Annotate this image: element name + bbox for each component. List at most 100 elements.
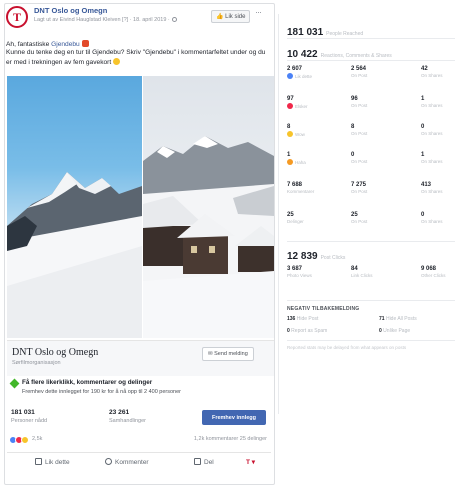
stat-cell: 2 564 On Post	[351, 66, 403, 78]
people-reached-number: 181 031	[287, 27, 324, 38]
share-action-label: Del	[204, 459, 214, 466]
wow-reaction-icon	[287, 131, 293, 137]
engagements-value: 23 261	[109, 409, 130, 416]
gjendebu-link[interactable]: Gjendebu	[51, 41, 80, 48]
advertiser-category: Sørfilmorganisasjon	[12, 360, 61, 366]
stat-cell-value: 8	[351, 124, 355, 130]
stat-cell-label: On Post	[351, 189, 368, 194]
negative-feedback-value: 71	[379, 316, 386, 322]
stat-cell-label: On Post	[351, 159, 368, 164]
divider	[287, 38, 455, 39]
stat-cell-value: 0	[421, 212, 425, 218]
more-options-icon[interactable]: ···	[255, 7, 262, 17]
reactions-summary: 2,5k 1,2k kommentarer 25 delinger	[9, 436, 269, 446]
stat-cell: 0 On Shares	[421, 212, 457, 224]
stat-cell: 1 On Shares	[421, 152, 457, 164]
stat-cell-label: On Shares	[421, 159, 443, 164]
stat-cell-value: 25	[287, 212, 294, 218]
stat-cell-label: On Shares	[421, 103, 443, 108]
post-photo-cabins[interactable]	[143, 76, 274, 338]
click-stat-cell: 84 Link Clicks	[351, 266, 403, 278]
stat-cell-value: 8	[287, 124, 291, 130]
stat-cell-value: 96	[351, 96, 358, 102]
negative-feedback-label: Report as Spam	[291, 328, 328, 334]
post-header: T DNT Oslo og Omegn Lagt ut av Eivind Ha…	[6, 6, 266, 30]
post-text: Ah, fantastiske Gjendebu Kunne du tenke …	[6, 40, 268, 67]
click-stat-value: 3 687	[287, 266, 303, 272]
stat-cell-label: On Shares	[421, 189, 443, 194]
stat-cell-label: On Shares	[421, 131, 443, 136]
share-action-button[interactable]: Del	[194, 458, 214, 466]
send-message-button[interactable]: ✉ Send melding	[202, 347, 254, 361]
like-action-button[interactable]: Lik dette	[35, 458, 70, 466]
stat-cell-value: 7 688	[287, 182, 303, 188]
heart-eyes-emoji-icon	[81, 40, 89, 47]
post-photo-mountain[interactable]	[7, 76, 142, 338]
stat-cell-value: 0	[421, 124, 425, 130]
stat-cell: 2 607 Lik dette	[287, 66, 339, 79]
post-action-bar: Lik dette Kommenter Del T ▾	[7, 452, 271, 474]
reactions-count[interactable]: 2,5k	[32, 436, 42, 442]
thumbs-up-icon	[35, 458, 42, 465]
stat-cell-label: Haha	[287, 159, 339, 165]
stat-cell: 413 On Shares	[421, 182, 457, 194]
stat-cell-value: 42	[421, 66, 428, 72]
stat-cell: 0 On Shares	[421, 124, 457, 136]
send-message-label: Send melding	[214, 351, 248, 357]
stat-cell-value: 25	[351, 212, 358, 218]
comment-action-label: Kommenter	[115, 459, 149, 466]
boost-description: Fremhev dette innlegget for 190 kr for å…	[22, 389, 181, 395]
haha-reaction-icon	[287, 159, 293, 165]
negative-feedback-value: 136	[287, 316, 297, 322]
stat-cell: 7 688 Kommentarer	[287, 182, 339, 194]
comments-shares-count[interactable]: 1,2k kommentarer 25 delinger	[194, 436, 267, 442]
like-page-button[interactable]: 👍 Lik side	[211, 10, 251, 23]
stat-cell: 97 Elsker	[287, 96, 339, 109]
negative-feedback-label: Unlike Page	[383, 328, 411, 334]
boost-title: Få flere likerklikk, kommentarer og deli…	[22, 379, 153, 386]
engagements-label: Samhandlinger	[109, 418, 146, 424]
divider	[287, 60, 455, 61]
click-stat-value: 9 068	[421, 266, 437, 272]
post-text-body: Kunne du tenke deg en tur til Gjendebu? …	[6, 49, 266, 66]
divider	[287, 340, 455, 341]
comment-action-button[interactable]: Kommenter	[105, 458, 149, 466]
reactions-total-number: 10 422	[287, 49, 318, 60]
stat-cell: 25 Delinger	[287, 212, 339, 224]
stat-cell-value: 0	[351, 152, 355, 158]
wow-reaction-icon	[21, 436, 29, 444]
click-stat-cell: 9 068 Other Clicks	[421, 266, 457, 278]
page-name-link[interactable]: DNT Oslo og Omegn	[34, 6, 107, 15]
negative-feedback-label: Hide All Posts	[385, 316, 417, 322]
love-reaction-icon	[287, 103, 293, 109]
post-clicks-caption: Post Clicks	[320, 255, 346, 261]
click-stat-cell: 3 687 Photo Views	[287, 266, 339, 278]
stat-cell-label: Delinger	[287, 219, 304, 224]
mountain-illustration	[7, 172, 142, 338]
negative-feedback-title: NEGATIV TILBAKEMELDING	[287, 306, 360, 312]
like-reaction-icon	[287, 73, 293, 79]
stat-cell-value: 97	[287, 96, 294, 102]
reactions-total-caption: Reactions, Comments & Shares	[320, 53, 392, 59]
stat-cell-label: Wow	[287, 131, 339, 137]
stat-cell: 96 On Post	[351, 96, 403, 108]
people-reached-value: 181 031	[11, 409, 35, 416]
stat-cell: 1 Haha	[287, 152, 339, 165]
promote-post-button[interactable]: Fremhev innlegg	[202, 410, 266, 425]
page-avatar[interactable]: T	[6, 6, 28, 28]
stat-cell-value: 1	[421, 96, 425, 102]
negative-feedback-item: 71 Hide All Posts	[379, 316, 417, 322]
stats-footnote: Reported stats may be delayed from what …	[287, 345, 407, 350]
share-arrow-icon	[194, 458, 201, 465]
click-stat-value: 84	[351, 266, 358, 272]
cabins-illustration	[143, 136, 274, 338]
like-action-label: Lik dette	[45, 459, 70, 466]
stat-cell-label: Lik dette	[287, 73, 339, 79]
stat-cell: 1 On Shares	[421, 96, 457, 108]
advertiser-name[interactable]: DNT Oslo og Omegn	[12, 347, 98, 358]
stat-cell-label: Elsker	[287, 103, 339, 109]
page-selector-button[interactable]: T ▾	[246, 458, 255, 466]
click-stat-label: Other Clicks	[421, 273, 446, 278]
divider	[287, 241, 455, 242]
stat-cell-label: On Post	[351, 131, 368, 136]
